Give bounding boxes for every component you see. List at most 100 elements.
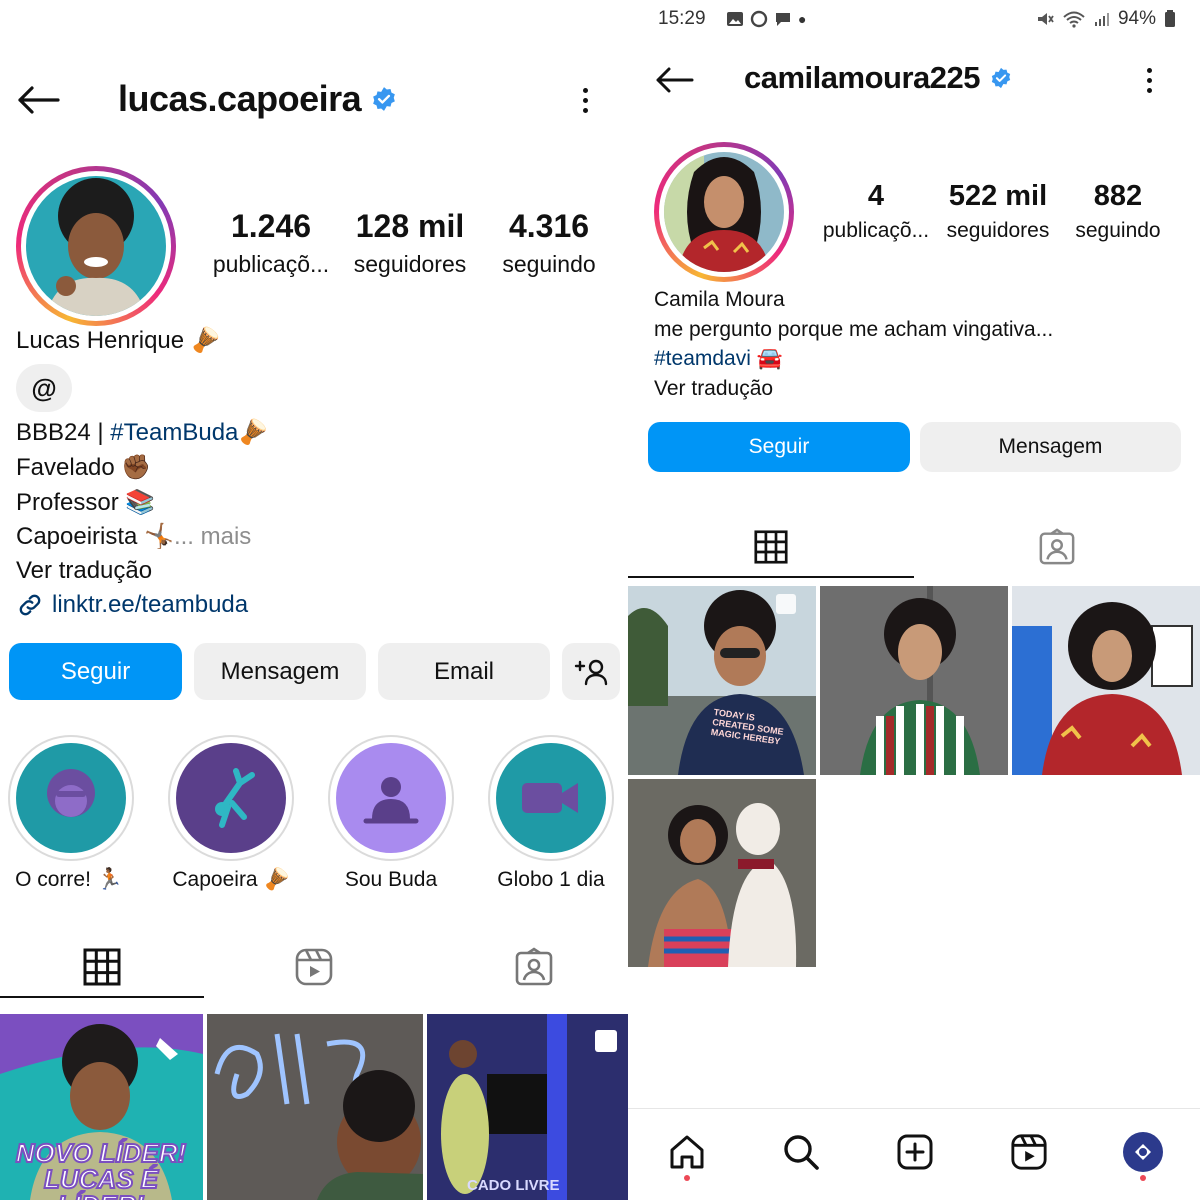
nav-create[interactable] xyxy=(890,1127,940,1177)
notification-dot xyxy=(684,1175,690,1181)
translate-link[interactable]: Ver tradução xyxy=(16,557,152,585)
active-tab-indicator xyxy=(0,996,204,998)
post-thumbnail[interactable] xyxy=(207,1014,423,1200)
highlight-globo[interactable] xyxy=(488,735,614,861)
more-notifications-dot: ● xyxy=(798,11,807,27)
profile-tab-bar xyxy=(628,516,1200,578)
post-thumbnail[interactable] xyxy=(1012,586,1200,775)
avatar[interactable] xyxy=(654,142,794,282)
gallery-icon xyxy=(727,12,743,26)
add-post-icon xyxy=(897,1134,933,1170)
circle-icon xyxy=(750,10,768,28)
avatar-photo xyxy=(664,152,784,272)
avatar[interactable] xyxy=(16,166,176,326)
highlight-cover xyxy=(176,743,286,853)
highlight-sou-buda[interactable] xyxy=(328,735,454,861)
highlight-o-corre[interactable] xyxy=(8,735,134,861)
notification-icons: ● xyxy=(726,10,806,28)
username: lucas.capoeira xyxy=(118,78,362,119)
tagged-person-icon xyxy=(1039,528,1075,565)
reels-icon xyxy=(295,948,333,986)
posts-stat[interactable]: 4 publicaçõ... xyxy=(814,180,938,243)
tab-reels[interactable] xyxy=(212,936,416,998)
verified-badge-icon xyxy=(373,87,395,111)
profile-username-header: lucas.capoeira xyxy=(118,78,397,120)
search-icon xyxy=(784,1135,819,1170)
capoeira-person-icon xyxy=(215,768,255,828)
face-icon xyxy=(47,769,95,817)
highlight-label: Sou Buda xyxy=(344,868,438,891)
display-name: Lucas Henrique 🪘 xyxy=(16,327,221,354)
bio-line-3: Professor 📚 xyxy=(16,489,156,516)
right-profile-panel: 15:29 ● 94% camilamoura225 4 publicaçõ..… xyxy=(628,0,1200,1200)
bottom-navigation xyxy=(628,1108,1200,1200)
battery-percent: 94% xyxy=(1117,8,1156,29)
profile-avatar-icon xyxy=(1123,1132,1163,1172)
system-indicators: 94% xyxy=(1036,8,1176,30)
bio-more-link[interactable]: ... mais xyxy=(174,523,251,550)
followers-stat[interactable]: 522 mil seguidores xyxy=(938,180,1058,243)
message-button[interactable]: Mensagem xyxy=(194,643,366,700)
video-camera-icon xyxy=(522,783,578,813)
highlight-cover xyxy=(496,743,606,853)
username: camilamoura225 xyxy=(744,60,980,95)
add-person-icon xyxy=(574,659,608,685)
threads-badge-button[interactable]: @ xyxy=(16,364,72,412)
translate-link[interactable]: Ver tradução xyxy=(654,377,773,401)
notification-dot xyxy=(1140,1175,1146,1181)
profile-username-header: camilamoura225 xyxy=(744,60,1012,96)
bio-hashtag-link[interactable]: #TeamBuda🪘 xyxy=(110,419,268,446)
battery-icon xyxy=(1165,10,1175,27)
post-thumbnail[interactable] xyxy=(628,779,816,967)
message-button[interactable]: Mensagem xyxy=(920,422,1181,472)
highlight-label: O corre! 🏃🏾 xyxy=(15,868,123,891)
display-name: Camila Moura xyxy=(654,288,785,311)
status-time: 15:29 xyxy=(658,8,706,29)
threads-icon: @ xyxy=(31,372,57,403)
posts-stat[interactable]: 1.246 publicaçõ... xyxy=(200,208,342,278)
post-thumbnail[interactable]: NOVO LÍDER! LUCAS É LÍDER! xyxy=(0,1014,203,1200)
followers-stat[interactable]: 128 mil seguidores xyxy=(340,208,480,278)
suggest-people-button[interactable] xyxy=(562,643,620,700)
more-options-icon[interactable] xyxy=(570,80,600,120)
highlight-capoeira[interactable] xyxy=(168,735,294,861)
following-stat[interactable]: 882 seguindo xyxy=(1060,180,1176,243)
reels-icon xyxy=(1011,1134,1047,1170)
highlight-label: Globo 1 dia xyxy=(497,868,605,891)
wifi-icon xyxy=(1063,11,1085,28)
tab-tagged[interactable] xyxy=(914,516,1200,578)
back-arrow-icon[interactable] xyxy=(14,80,62,120)
tab-grid[interactable] xyxy=(628,516,914,578)
grid-icon xyxy=(83,948,121,986)
following-stat[interactable]: 4.316 seguindo xyxy=(484,208,614,278)
nav-search[interactable] xyxy=(776,1127,826,1177)
nav-reels[interactable] xyxy=(1004,1127,1054,1177)
post-thumbnail[interactable]: CADO LIVRE xyxy=(427,1014,628,1200)
post-thumbnail[interactable]: TODAY IS CREATED SOME MAGIC HEREBY xyxy=(628,586,816,775)
tab-tagged[interactable] xyxy=(432,936,628,998)
home-icon xyxy=(670,1135,704,1169)
post-caption: CADO LIVRE xyxy=(467,1177,560,1194)
bio-text: me pergunto porque me acham vingativa... xyxy=(654,318,1054,341)
profile-tab-bar xyxy=(0,936,628,998)
nav-profile[interactable] xyxy=(1118,1127,1168,1181)
grid-icon xyxy=(754,530,788,564)
tab-grid[interactable] xyxy=(0,936,204,998)
status-bar: 15:29 ● 94% xyxy=(628,6,1200,34)
highlight-cover xyxy=(16,743,126,853)
bio-hashtag-link[interactable]: #teamdavi 🚘 xyxy=(654,347,783,371)
tagged-person-icon xyxy=(515,947,553,986)
chat-icon xyxy=(776,13,790,26)
highlight-label: Capoeira 🪘 xyxy=(172,868,290,891)
bio-line-4: Capoeirista 🤸🏾... mais xyxy=(16,523,252,550)
email-button[interactable]: Email xyxy=(378,643,550,700)
active-tab-indicator xyxy=(628,576,914,578)
post-thumbnail[interactable] xyxy=(820,586,1008,775)
follow-button[interactable]: Seguir xyxy=(648,422,910,472)
more-options-icon[interactable] xyxy=(1134,60,1164,100)
bio-external-link[interactable]: linktr.ee/teambuda xyxy=(16,591,248,619)
highlight-cover xyxy=(336,743,446,853)
follow-button[interactable]: Seguir xyxy=(9,643,182,700)
nav-home[interactable] xyxy=(662,1127,712,1181)
back-arrow-icon[interactable] xyxy=(650,60,698,100)
